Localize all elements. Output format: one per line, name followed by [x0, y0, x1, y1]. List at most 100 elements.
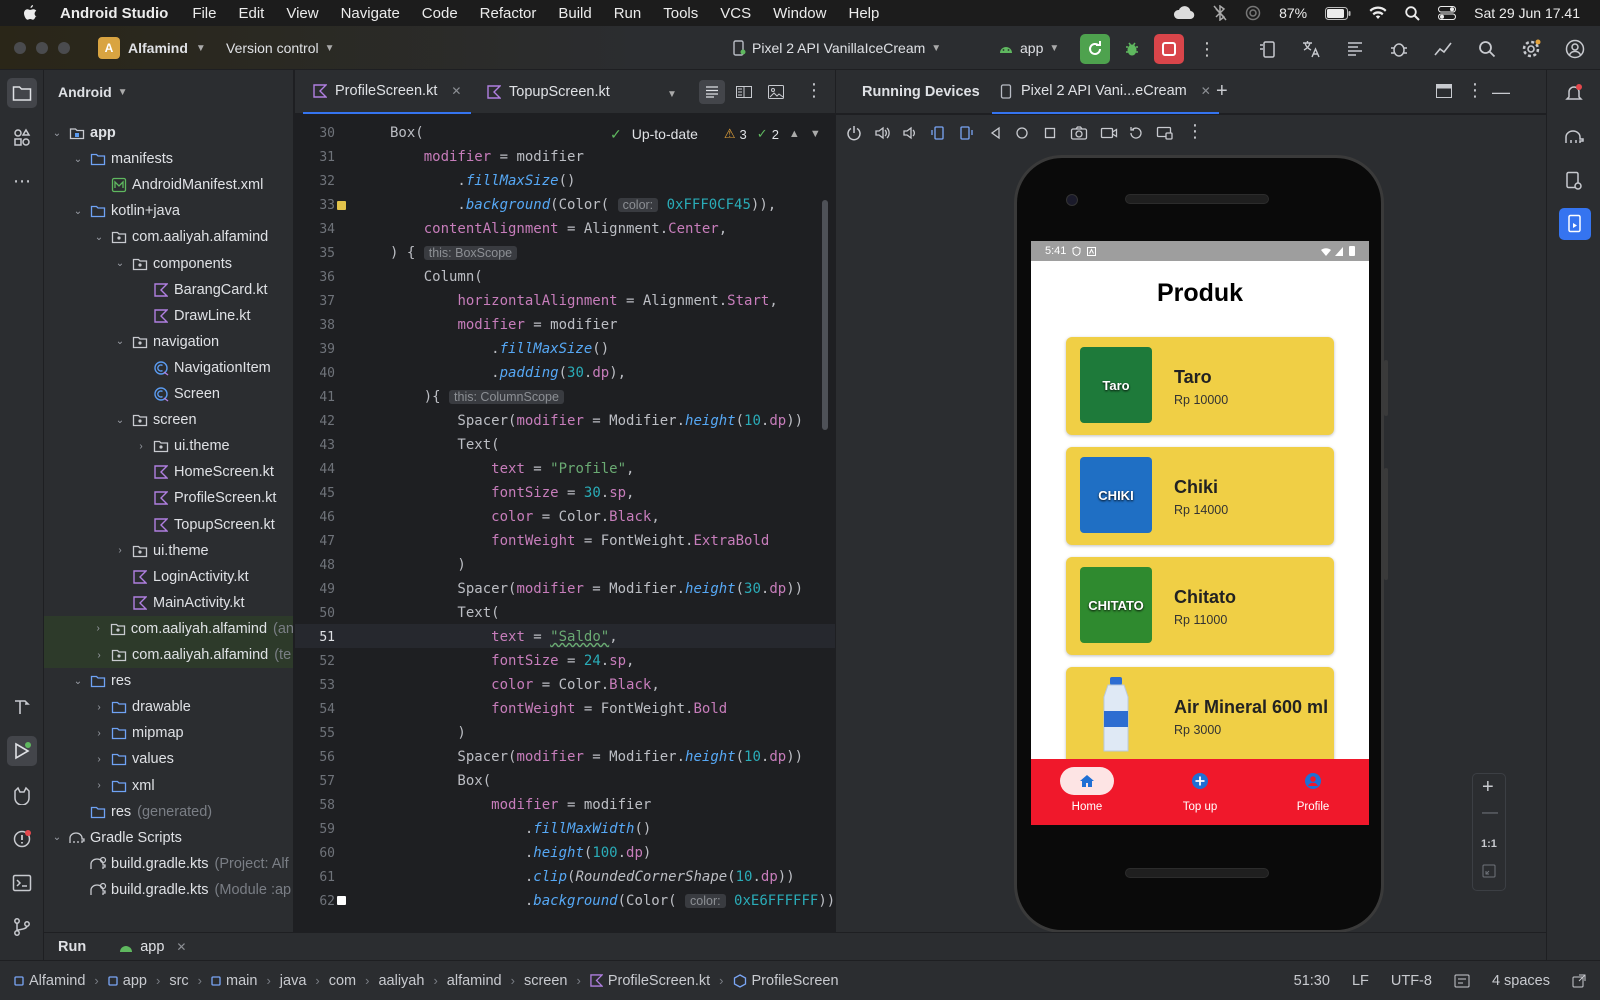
rotate-left-icon[interactable]: [930, 125, 946, 141]
run-tab[interactable]: app ✕: [118, 939, 186, 955]
run-config-selector[interactable]: app ▼: [998, 36, 1059, 60]
power-icon[interactable]: [846, 125, 862, 141]
account-avatar-icon[interactable]: [1560, 34, 1590, 64]
more-tools-icon[interactable]: ⋯: [7, 166, 37, 196]
menu-build[interactable]: Build: [558, 5, 591, 22]
run-tool-label[interactable]: Run: [58, 939, 86, 955]
tree-item[interactable]: ⌄ app: [44, 120, 293, 146]
expand-chevron-icon[interactable]: ⌄: [71, 206, 85, 217]
product-card[interactable]: Air Mineral 600 ml Rp 3000: [1066, 667, 1334, 765]
notifications-bell-icon[interactable]: [1559, 78, 1589, 108]
split-view-icon[interactable]: [731, 80, 757, 104]
tree-item[interactable]: Screen: [44, 381, 293, 407]
tab-running-device[interactable]: Pixel 2 API Vani...eCream ✕: [992, 70, 1219, 114]
problems-icon[interactable]: [7, 824, 37, 854]
expand-chevron-icon[interactable]: ⌄: [50, 128, 64, 139]
spotlight-search-icon[interactable]: [1405, 5, 1420, 21]
apple-menu-icon[interactable]: [0, 4, 60, 22]
tree-item[interactable]: BarangCard.kt: [44, 277, 293, 303]
tree-item[interactable]: › mipmap: [44, 720, 293, 746]
product-card[interactable]: Taro Taro Rp 10000: [1066, 337, 1334, 435]
window-zoom-button[interactable]: [58, 42, 70, 54]
tree-item[interactable]: ⌄ components: [44, 251, 293, 277]
volume-down-icon[interactable]: [902, 125, 918, 141]
tree-item[interactable]: › values: [44, 746, 293, 772]
open-in-window-icon[interactable]: [1572, 974, 1586, 988]
editor-more-icon[interactable]: ⋮: [805, 80, 823, 101]
tree-item[interactable]: ⌄ Gradle Scripts: [44, 825, 293, 851]
line-separator[interactable]: LF: [1352, 973, 1369, 989]
battery-icon[interactable]: [1325, 6, 1351, 20]
resource-manager-icon[interactable]: [7, 122, 37, 152]
expand-chevron-icon[interactable]: ›: [92, 702, 106, 713]
search-icon[interactable]: [1472, 34, 1502, 64]
device-mirror-icon[interactable]: [1156, 125, 1174, 141]
device-more-icon[interactable]: ⋮: [1186, 121, 1204, 142]
project-selector[interactable]: A Alfamind ▼: [98, 36, 206, 60]
breadcrumb-item[interactable]: java: [280, 973, 307, 989]
project-view-selector[interactable]: Android ▼: [58, 84, 128, 100]
airdrop-icon[interactable]: [1245, 5, 1261, 21]
profiler-icon[interactable]: [1428, 34, 1458, 64]
nav-item-profile[interactable]: Profile: [1257, 767, 1369, 813]
code-view-icon[interactable]: [699, 80, 725, 104]
product-card[interactable]: CHITATO Chitato Rp 11000: [1066, 557, 1334, 655]
expand-chevron-icon[interactable]: ›: [113, 545, 127, 556]
close-tab-icon[interactable]: ✕: [1201, 84, 1211, 98]
panel-more-icon[interactable]: ⋮: [1466, 80, 1484, 101]
menu-refactor[interactable]: Refactor: [480, 5, 537, 22]
nav-item-topup[interactable]: Top up: [1144, 767, 1256, 813]
screen-record-icon[interactable]: [1100, 125, 1118, 141]
menu-view[interactable]: View: [286, 5, 318, 22]
breadcrumb-item[interactable]: Alfamind: [14, 973, 85, 989]
expand-chevron-icon[interactable]: ⌄: [113, 336, 127, 347]
gradle-elephant-icon[interactable]: [1559, 122, 1589, 152]
zoom-in-icon[interactable]: +: [1482, 776, 1494, 799]
tree-item[interactable]: › com.aaliyah.alfamind (an: [44, 615, 293, 642]
tree-item[interactable]: LoginActivity.kt: [44, 564, 293, 590]
tab-overflow-chevron-icon[interactable]: ▼: [667, 84, 677, 102]
nav-item-home[interactable]: Home: [1031, 767, 1143, 813]
device-manager-icon[interactable]: [1252, 34, 1282, 64]
cloud-icon[interactable]: [1173, 6, 1195, 20]
expand-chevron-icon[interactable]: ⌄: [71, 154, 85, 165]
menu-run[interactable]: Run: [614, 5, 642, 22]
zoom-fit-icon[interactable]: [1482, 864, 1496, 878]
wifi-icon[interactable]: [1369, 6, 1387, 20]
logcat-icon[interactable]: [7, 780, 37, 810]
rotate-right-icon[interactable]: [958, 125, 974, 141]
tree-item[interactable]: TopupScreen.kt: [44, 512, 293, 538]
tree-item[interactable]: DrawLine.kt: [44, 303, 293, 329]
minimize-panel-icon[interactable]: —: [1492, 82, 1510, 103]
tree-item[interactable]: › ui.theme: [44, 538, 293, 564]
expand-chevron-icon[interactable]: ⌄: [50, 832, 64, 843]
tree-item[interactable]: › drawable: [44, 694, 293, 720]
app-name-menu[interactable]: Android Studio: [60, 5, 168, 22]
readonly-toggle-icon[interactable]: [1454, 974, 1470, 988]
add-device-icon[interactable]: +: [1216, 80, 1228, 103]
breadcrumb-item[interactable]: aaliyah: [378, 973, 424, 989]
breadcrumb-item[interactable]: ProfileScreen: [733, 973, 839, 989]
back-icon[interactable]: [988, 125, 1002, 141]
run-tool-icon[interactable]: [7, 736, 37, 766]
debug-icon[interactable]: [1117, 34, 1147, 64]
expand-chevron-icon[interactable]: ›: [91, 623, 105, 634]
phone-screen[interactable]: 5:41 Produk Taro Taro Rp 10000 CHIKI Chiki Rp…: [1031, 241, 1369, 825]
breadcrumb-item[interactable]: screen: [524, 973, 568, 989]
tree-item[interactable]: res (generated): [44, 799, 293, 825]
screenshot-camera-icon[interactable]: [1070, 125, 1088, 141]
inspection-widget[interactable]: ✓ Up-to-date ⚠ 3 ✓ 2 ▲ ▼: [610, 124, 821, 144]
git-branch-icon[interactable]: [7, 912, 37, 942]
expand-chevron-icon[interactable]: ›: [134, 441, 148, 452]
window-minimize-button[interactable]: [36, 42, 48, 54]
home-circle-icon[interactable]: [1014, 125, 1030, 141]
layout-inspector-icon[interactable]: [1340, 34, 1370, 64]
project-view-folder-icon[interactable]: [7, 78, 37, 108]
expand-chevron-icon[interactable]: ⌄: [113, 415, 127, 426]
translate-icon[interactable]: [1296, 34, 1326, 64]
breadcrumb-item[interactable]: main: [211, 973, 257, 989]
tree-item[interactable]: ⌄ manifests: [44, 146, 293, 172]
expand-chevron-icon[interactable]: ⌄: [92, 232, 106, 243]
menu-code[interactable]: Code: [422, 5, 458, 22]
design-view-icon[interactable]: [763, 80, 789, 104]
